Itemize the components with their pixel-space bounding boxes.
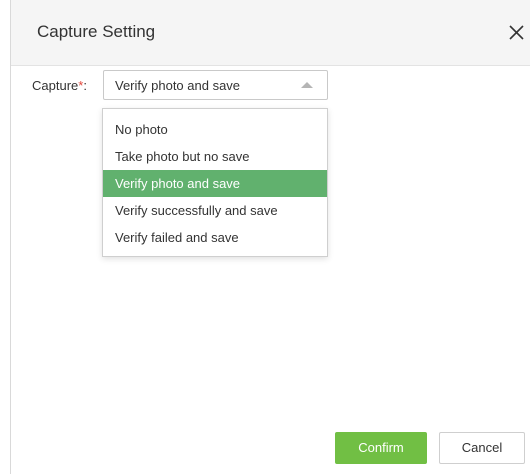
capture-select[interactable]: Verify photo and save [103, 70, 328, 100]
dialog-title: Capture Setting [37, 22, 156, 41]
caret-up-icon [301, 82, 313, 88]
option-verify-photo-and-save[interactable]: Verify photo and save [103, 170, 327, 197]
option-take-photo-no-save[interactable]: Take photo but no save [103, 143, 327, 170]
capture-setting-dialog: Capture Setting Capture*: Verify photo a… [10, 0, 530, 474]
label-colon: : [83, 78, 87, 93]
cancel-button[interactable]: Cancel [439, 432, 525, 464]
capture-label: Capture*: [32, 78, 87, 93]
option-no-photo[interactable]: No photo [103, 116, 327, 143]
capture-select-value: Verify photo and save [115, 78, 241, 93]
confirm-button[interactable]: Confirm [335, 432, 427, 464]
capture-label-text: Capture [32, 78, 79, 93]
dialog-header: Capture Setting [11, 0, 530, 66]
option-verify-successfully-and-save[interactable]: Verify successfully and save [103, 197, 327, 224]
capture-options-dropdown: No photo Take photo but no save Verify p… [102, 108, 328, 257]
close-icon[interactable] [507, 20, 527, 44]
option-verify-failed-and-save[interactable]: Verify failed and save [103, 224, 327, 251]
